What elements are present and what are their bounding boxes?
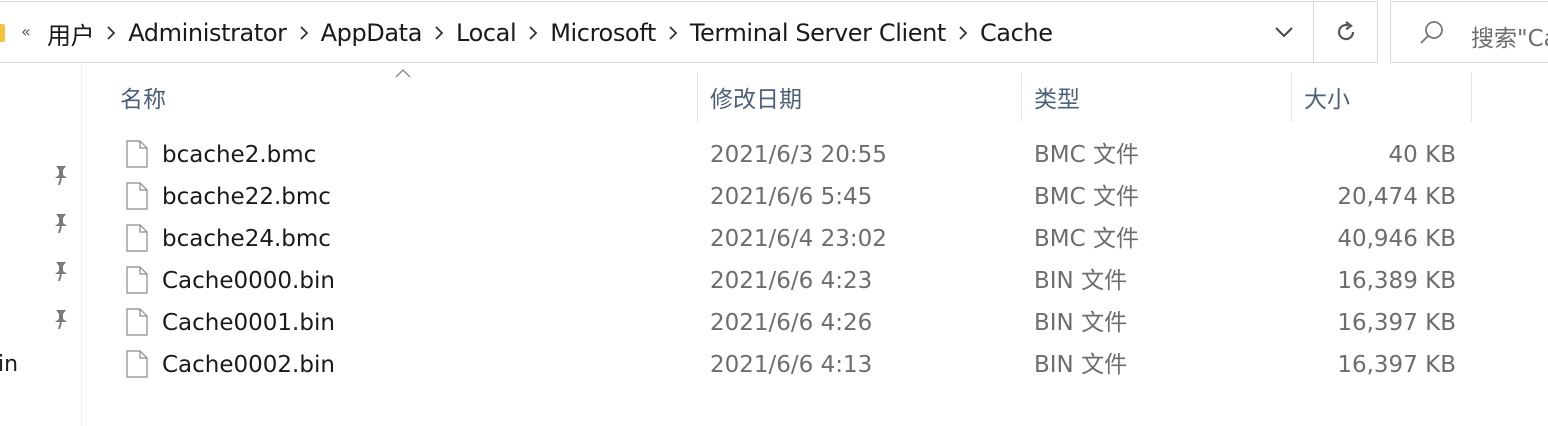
file-size: 40 KB [1388, 142, 1456, 168]
breadcrumb-overflow-icon[interactable]: « [21, 22, 31, 41]
pin-icon[interactable] [50, 306, 72, 330]
breadcrumb-item-administrator[interactable]: Administrator [128, 19, 287, 47]
breadcrumb-item-users[interactable]: 用户 [47, 16, 95, 51]
breadcrumb: 用户 Administrator AppData Local Microsoft… [47, 2, 1053, 64]
breadcrumb-item-microsoft[interactable]: Microsoft [550, 19, 656, 47]
file-icon [126, 266, 148, 294]
chevron-down-icon [1275, 27, 1293, 38]
breadcrumb-separator-icon[interactable] [287, 2, 321, 64]
column-header-date[interactable]: 修改日期 [698, 72, 1022, 122]
history-dropdown-button[interactable] [1257, 3, 1311, 61]
file-date: 2021/6/6 4:13 [710, 352, 873, 378]
file-size: 40,946 KB [1337, 226, 1456, 252]
search-icon [1420, 21, 1443, 44]
breadcrumb-separator-icon[interactable] [94, 2, 128, 64]
file-size: 16,397 KB [1337, 310, 1456, 336]
breadcrumb-separator-icon[interactable] [422, 2, 456, 64]
file-name[interactable]: bcache2.bmc [162, 134, 316, 176]
folder-icon [0, 24, 5, 42]
column-header-size[interactable]: 大小 [1292, 72, 1472, 122]
file-row[interactable]: Cache0000.bin 2021/6/6 4:23 BIN 文件 16,38… [110, 260, 1472, 302]
breadcrumb-item-terminal-server-client[interactable]: Terminal Server Client [690, 19, 946, 47]
column-header-name[interactable]: 名称 [108, 72, 698, 122]
navigation-pane: in [0, 64, 82, 426]
file-date: 2021/6/6 4:26 [710, 310, 873, 336]
refresh-icon [1337, 21, 1354, 41]
file-name[interactable]: Cache0001.bin [162, 302, 335, 344]
file-icon [126, 140, 148, 168]
breadcrumb-separator-icon[interactable] [946, 2, 980, 64]
file-size: 20,474 KB [1337, 184, 1456, 210]
file-size: 16,389 KB [1337, 268, 1456, 294]
file-row[interactable]: Cache0001.bin 2021/6/6 4:26 BIN 文件 16,39… [110, 302, 1472, 344]
address-bar[interactable]: « 用户 Administrator AppData Local Microso… [0, 1, 1378, 63]
file-date: 2021/6/4 23:02 [710, 226, 887, 252]
file-date: 2021/6/6 5:45 [710, 184, 873, 210]
file-date: 2021/6/3 20:55 [710, 142, 887, 168]
file-type: BMC 文件 [1034, 226, 1139, 252]
file-row[interactable]: bcache22.bmc 2021/6/6 5:45 BMC 文件 20,474… [110, 176, 1472, 218]
pin-icon[interactable] [50, 210, 72, 234]
file-row[interactable]: Cache0002.bin 2021/6/6 4:13 BIN 文件 16,39… [110, 344, 1472, 386]
file-name[interactable]: bcache22.bmc [162, 176, 331, 218]
file-row[interactable]: bcache2.bmc 2021/6/3 20:55 BMC 文件 40 KB [110, 134, 1472, 176]
file-icon [126, 182, 148, 210]
file-date: 2021/6/6 4:23 [710, 268, 873, 294]
column-header-type[interactable]: 类型 [1022, 72, 1292, 122]
file-size: 16,397 KB [1337, 352, 1456, 378]
file-icon [126, 224, 148, 252]
breadcrumb-separator-icon[interactable] [516, 2, 550, 64]
pin-icon[interactable] [50, 258, 72, 282]
file-name[interactable]: Cache0000.bin [162, 260, 335, 302]
pin-icon[interactable] [50, 162, 72, 186]
file-type: BIN 文件 [1034, 310, 1128, 336]
breadcrumb-item-appdata[interactable]: AppData [321, 19, 423, 47]
file-type: BMC 文件 [1034, 142, 1139, 168]
file-list: bcache2.bmc 2021/6/3 20:55 BMC 文件 40 KB … [110, 134, 1472, 386]
breadcrumb-item-cache[interactable]: Cache [980, 19, 1053, 47]
file-icon [126, 350, 148, 378]
file-name[interactable]: Cache0002.bin [162, 344, 335, 386]
search-box[interactable]: 搜索"Cache" [1390, 1, 1548, 63]
breadcrumb-separator-icon[interactable] [656, 2, 690, 64]
file-name[interactable]: bcache24.bmc [162, 218, 331, 260]
file-type: BMC 文件 [1034, 184, 1139, 210]
search-input[interactable]: 搜索"Cache" [1471, 19, 1548, 53]
nav-item-label[interactable]: in [0, 352, 18, 377]
refresh-button[interactable] [1313, 2, 1377, 62]
file-type: BIN 文件 [1034, 268, 1128, 294]
breadcrumb-item-local[interactable]: Local [456, 19, 517, 47]
file-row[interactable]: bcache24.bmc 2021/6/4 23:02 BMC 文件 40,94… [110, 218, 1472, 260]
file-type: BIN 文件 [1034, 352, 1128, 378]
file-icon [126, 308, 148, 336]
